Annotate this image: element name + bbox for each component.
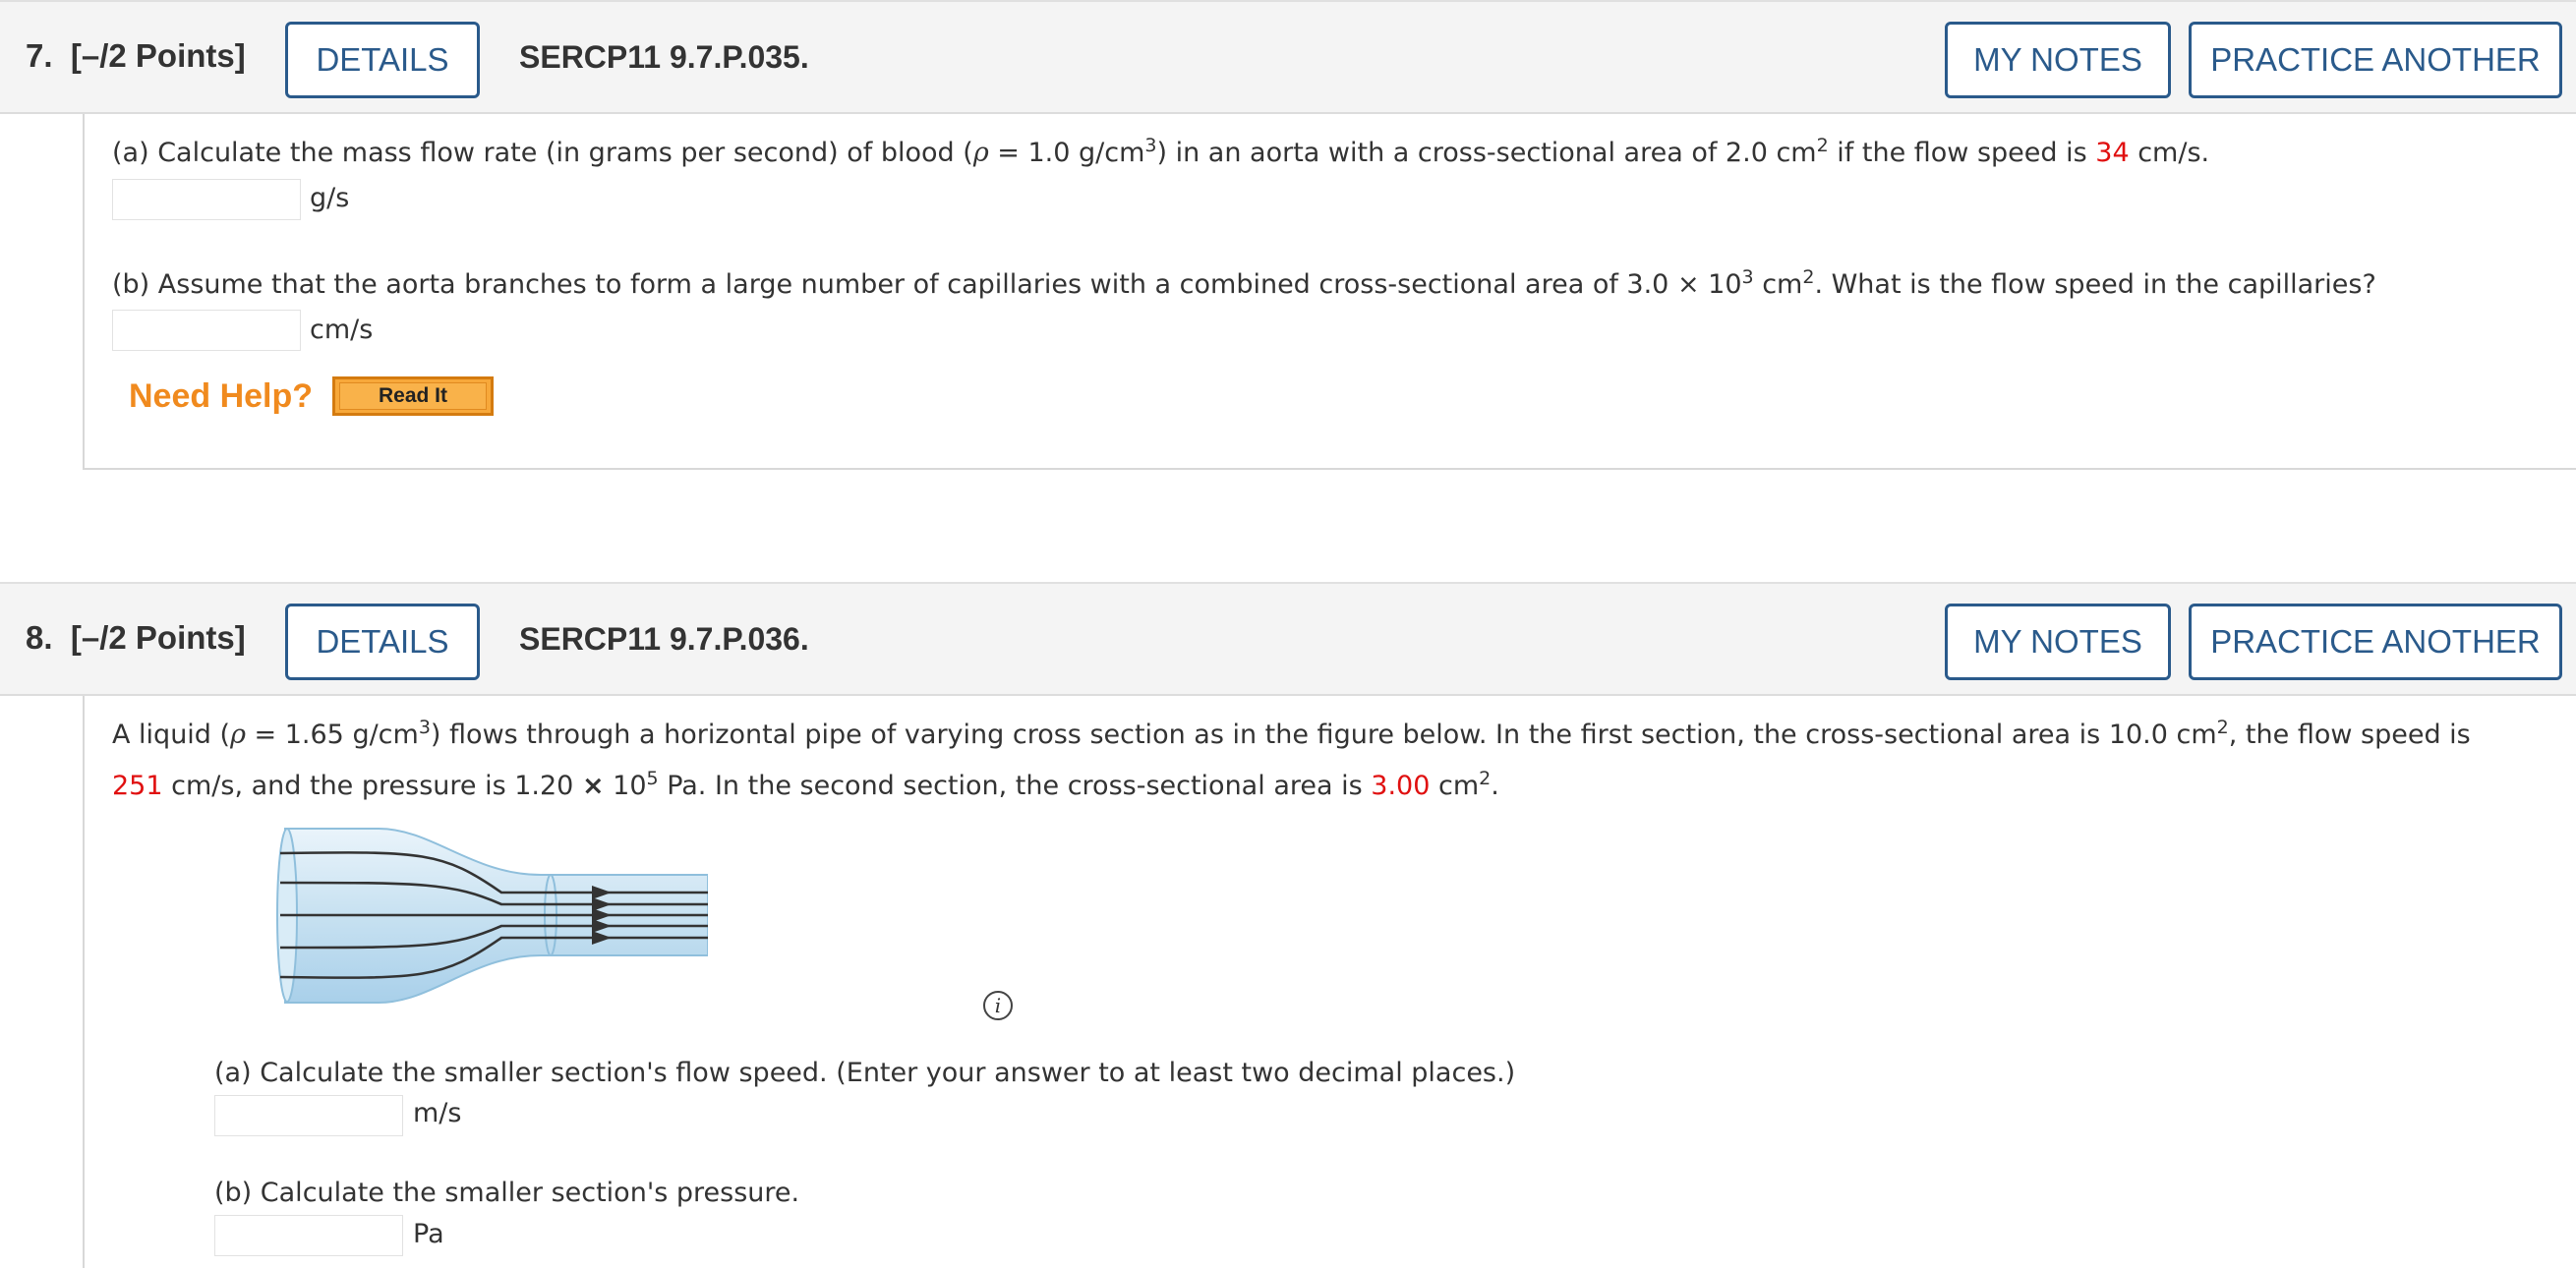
- practice-another-button[interactable]: PRACTICE ANOTHER: [2189, 604, 2562, 680]
- q7-part-b-unit: cm/s: [310, 315, 374, 345]
- question-8-header: 8. [–/2 Points] DETAILS SERCP11 9.7.P.03…: [0, 582, 2576, 696]
- q8-part-a-unit: m/s: [413, 1098, 462, 1128]
- q7-part-a-answer-input[interactable]: [112, 179, 301, 220]
- q8-part-a-text: (a) Calculate the smaller section's flow…: [214, 1058, 1516, 1088]
- my-notes-button[interactable]: MY NOTES: [1945, 604, 2171, 680]
- read-it-label: Read It: [339, 382, 487, 410]
- question-7-header: 7. [–/2 Points] DETAILS SERCP11 9.7.P.03…: [0, 0, 2576, 114]
- q8-part-b-answer-input[interactable]: [214, 1215, 403, 1256]
- read-it-button[interactable]: Read It: [332, 376, 494, 416]
- q8-part-a-answer-input[interactable]: [214, 1095, 403, 1136]
- question-7-number: 7. [–/2 Points]: [26, 37, 246, 74]
- my-notes-button[interactable]: MY NOTES: [1945, 22, 2171, 98]
- question-8-number: 8. [–/2 Points]: [26, 619, 246, 656]
- practice-another-button[interactable]: PRACTICE ANOTHER: [2189, 22, 2562, 98]
- q7-part-b-answer-input[interactable]: [112, 310, 301, 351]
- q7-part-a-unit: g/s: [310, 183, 350, 213]
- q8-intro-line-2: 251 cm/s, and the pressure is 1.20 × 105…: [112, 768, 1499, 802]
- details-button[interactable]: DETAILS: [285, 604, 480, 680]
- q8-part-b-unit: Pa: [413, 1219, 444, 1249]
- q7-part-a-text: (a) Calculate the mass flow rate (in gra…: [112, 135, 2210, 169]
- question-code: SERCP11 9.7.P.036.: [519, 621, 809, 657]
- question-code: SERCP11 9.7.P.035.: [519, 39, 809, 75]
- pipe-flow-figure: [276, 828, 708, 1004]
- info-icon[interactable]: i: [983, 991, 1013, 1020]
- need-help-label: Need Help?: [129, 377, 314, 415]
- q8-intro-line-1: A liquid (ρ = 1.65 g/cm3) flows through …: [112, 717, 2471, 751]
- q7-part-b-text: (b) Assume that the aorta branches to fo…: [112, 266, 2376, 301]
- q8-part-b-text: (b) Calculate the smaller section's pres…: [214, 1178, 800, 1208]
- details-button[interactable]: DETAILS: [285, 22, 480, 98]
